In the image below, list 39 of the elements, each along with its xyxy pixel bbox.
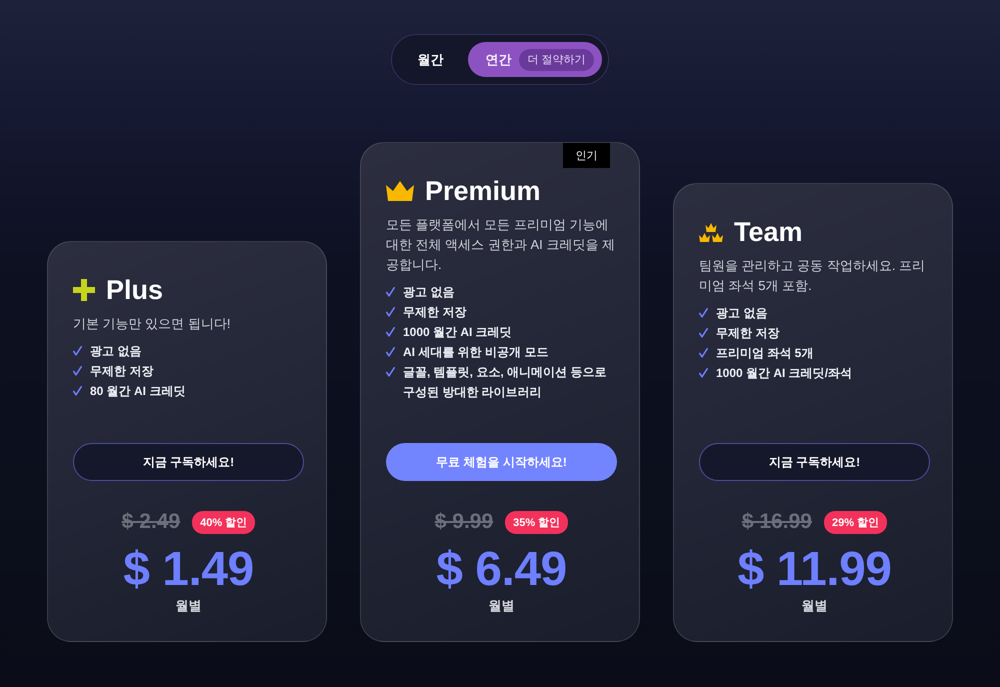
feature-text: 무제한 저장: [716, 325, 780, 342]
feature-text: AI 세대를 위한 비공개 모드: [403, 344, 548, 361]
plan-title: Premium: [425, 175, 541, 207]
popular-badge: 인기: [563, 143, 610, 168]
plan-title: Plus: [106, 274, 164, 306]
original-price: $ 9.99: [434, 510, 494, 534]
feature-text: 80 월간 AI 크레딧: [90, 383, 186, 400]
plan-title: Team: [734, 216, 803, 248]
savings-badge: 더 절약하기: [519, 48, 594, 70]
billing-period: 월별: [176, 598, 202, 614]
feature-text: 프리미엄 좌석 5개: [716, 345, 814, 362]
billing-option[interactable]: 연간 더 절약하기: [468, 42, 602, 77]
billing-period: 월별: [802, 598, 828, 614]
feature-text: 무제한 저장: [403, 304, 466, 321]
original-price: $ 2.49: [122, 510, 180, 534]
billing-period: 월별: [488, 598, 514, 614]
feature-text: 광고 없음: [403, 284, 454, 301]
crown-icon: [386, 181, 414, 201]
plan-description: 모든 플랫폼에서 모든 프리미엄 기능에 대한 전체 액세스 권한과 AI 크레딧을 제공합니다.: [386, 216, 616, 274]
feature-text: 광고 없음: [716, 305, 768, 322]
subscribe-button[interactable]: 지금 구독하세요!: [699, 443, 930, 481]
three-crowns-icon: [699, 222, 723, 242]
plan-description: 팀원을 관리하고 공동 작업하세요. 프리미엄 좌석 5개 포함.: [699, 257, 926, 295]
discount-badge: 29% 할인: [824, 510, 888, 534]
feature-text: 1000 월간 AI 크레딧/좌석: [716, 365, 852, 382]
feature-text: 광고 없음: [90, 343, 142, 360]
billing-option[interactable]: 월간: [398, 42, 462, 77]
feature-text: 무제한 저장: [90, 363, 154, 380]
original-price: $ 16.99: [742, 510, 812, 534]
price: $ 6.49: [436, 543, 567, 597]
feature-text: 1000 월간 AI 크레딧: [403, 324, 512, 341]
price: $ 1.49: [123, 543, 254, 597]
discount-badge: 40% 할인: [192, 510, 256, 534]
price: $ 11.99: [738, 543, 892, 597]
plus-icon: [73, 279, 95, 301]
subscribe-button[interactable]: 지금 구독하세요!: [73, 443, 304, 481]
feature-text: 글꼴, 템플릿, 요소, 애니메이션 등으로 구성된 방대한 라이브러리: [403, 364, 608, 401]
discount-badge: 35% 할인: [505, 510, 568, 534]
plan-description: 기본 기능만 있으면 됩니다!: [73, 315, 232, 333]
